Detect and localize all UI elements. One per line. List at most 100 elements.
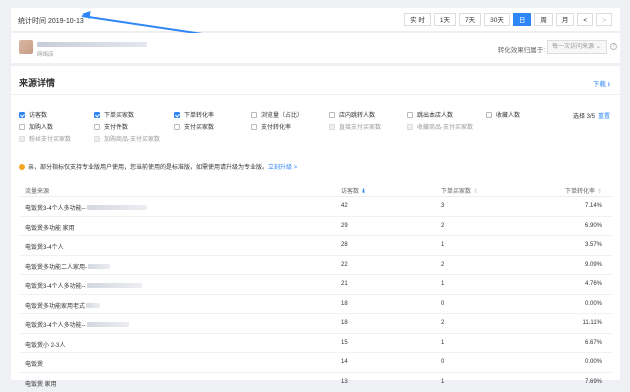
period-button[interactable]: < [577, 13, 593, 26]
checkbox-checked-icon [174, 112, 180, 118]
table-row[interactable]: 电饭煲多功能家用老式 18 0 0.00% [19, 295, 612, 315]
metric-checkbox[interactable]: 下单转化率 [174, 110, 214, 119]
header-rate[interactable]: 下单转化率⇕ [565, 186, 602, 195]
table-row[interactable]: 电饭煲1400.00% [19, 353, 612, 373]
metric-label: 粉丝支付买家数 [29, 137, 71, 143]
buyers-cell-text: 0 [441, 359, 444, 365]
metric-checkbox[interactable]: 收藏人数 [486, 110, 520, 119]
reset-button[interactable]: 重置 [598, 114, 610, 120]
sort-desc-icon: ⬇ [361, 189, 366, 195]
metric-label: 收藏人数 [496, 113, 520, 119]
metric-label: 支付转化率 [261, 125, 291, 131]
checkbox-icon [174, 124, 180, 130]
checkbox-icon [251, 112, 257, 118]
period-button[interactable]: 周 [534, 13, 553, 26]
buyers-cell-text: 1 [441, 281, 444, 287]
metric-checkbox[interactable]: 加购人数 [19, 122, 53, 131]
checkbox-icon [329, 112, 335, 118]
selection-count: 选择 3/5 [573, 114, 595, 120]
rate-cell: 9.09% [585, 262, 602, 268]
table-row[interactable]: 电饭煲3-4个人多功能--2114.76% [19, 275, 612, 295]
table-body: 电饭煲3-4个人多功能--4237.14%电饭煲多功能 家用2926.90%电饭… [19, 197, 612, 392]
period-button[interactable]: 7天 [459, 13, 481, 26]
metric-checkbox[interactable]: 访客数 [19, 110, 47, 119]
metric-checkbox[interactable]: 店内跳转人数 [329, 110, 375, 119]
download-link[interactable]: 下载 ⭳ [593, 78, 610, 91]
visitors-cell-text: 42 [341, 203, 348, 209]
sort-icon: ⇕ [597, 189, 602, 195]
table-row[interactable]: 电饭煲3-4个人多功能--4237.14% [19, 197, 612, 217]
rate-cell-text: 11.11% [583, 320, 602, 326]
notice-text: 亲，部分指标仅支持专业版用户使用，您当前使用的是标准版，如需使用请升级为专业版。 [28, 165, 268, 171]
visitors-cell-text: 18 [341, 301, 348, 307]
table-row[interactable]: 电饭煲多功能 家用 29 2 6.90% [19, 217, 612, 237]
period-button[interactable]: 月 [556, 13, 575, 26]
table-row[interactable]: 电饭煲3-4个人多功能--18211.11% [19, 314, 612, 334]
metric-checkbox[interactable]: 下单买家数 [94, 110, 134, 119]
header-source: 流量来源 [25, 186, 49, 195]
period-button[interactable]: 1天 [434, 13, 456, 26]
checkbox-icon [407, 112, 413, 118]
source-table: 流量来源 访客数⬇ 下单买家数⇕ 下单转化率⇕ 电饭煲3-4个人多功能-- 42 3… [19, 181, 612, 392]
rate-cell: 6.67% [585, 340, 602, 346]
redacted-text [88, 264, 110, 269]
attribution-select[interactable]: 每一次访问来源 ⌄ [547, 40, 607, 54]
buyers-cell-text: 2 [441, 223, 444, 229]
buyers-cell-text: 0 [441, 301, 444, 307]
metric-checkbox[interactable]: 支付件数 [94, 122, 128, 131]
attribution-select-value: 每一次访问来源 [552, 44, 594, 50]
table-row[interactable]: 电饭煲多功能二人家用-2229.09% [19, 256, 612, 276]
source-cell: 电饭煲小 2-3人 [25, 340, 65, 349]
period-button[interactable]: 30天 [484, 13, 510, 26]
buyers-cell: 1 [441, 379, 444, 385]
redacted-text [87, 205, 147, 210]
source-cell: 电饭煲多功能 家用 [25, 223, 75, 232]
rate-cell: 4.76% [585, 281, 602, 287]
checkbox-icon [94, 124, 100, 130]
upgrade-link[interactable]: 立刻升级 > [268, 165, 297, 171]
rate-cell: 0.00% [585, 301, 602, 307]
period-button[interactable]: 实 时 [404, 13, 431, 26]
table-row[interactable]: 电饭煲3-4个人2813.57% [19, 236, 612, 256]
rate-cell: 6.90% [585, 223, 602, 229]
table-row[interactable]: 电饭煲小 2-3人1516.67% [19, 334, 612, 354]
visitors-cell: 13 [341, 379, 348, 385]
visitors-cell-text: 29 [341, 223, 348, 229]
rate-cell: 7.69% [585, 379, 602, 385]
source-cell-text: 电饭煲多功能家用老式 [25, 304, 85, 310]
metric-checkbox: 粉丝支付买家数 [19, 134, 71, 143]
metric-checkbox[interactable]: 跳出本店人数 [407, 110, 453, 119]
metric-checkbox: 收藏商品-支付买家数 [407, 122, 473, 131]
metric-checkbox[interactable]: 浏览量（占比） [251, 110, 303, 119]
rate-cell-text: 7.14% [585, 203, 602, 209]
shop-bar: 网络店 转化效果归属于: 每一次访问来源 ⌄ ? [11, 33, 620, 63]
buyers-cell: 1 [441, 242, 444, 248]
rate-cell: 7.14% [585, 203, 602, 209]
source-cell-text: 电饭煲小 2-3人 [25, 343, 65, 349]
source-cell-text: 电饭煲3-4个人多功能-- [25, 284, 86, 290]
help-icon[interactable]: ? [610, 43, 617, 50]
source-cell-text: 电饭煲多功能二人家用- [25, 265, 87, 271]
buyers-cell-text: 3 [441, 203, 444, 209]
header-visitors[interactable]: 访客数⬇ [341, 186, 366, 195]
metric-checkbox[interactable]: 支付买家数 [174, 122, 214, 131]
buyers-cell-text: 1 [441, 242, 444, 248]
visitors-cell: 15 [341, 340, 348, 346]
period-button[interactable]: > [596, 13, 612, 26]
buyers-cell: 0 [441, 359, 444, 365]
checkbox-icon [19, 124, 25, 130]
metric-label: 支付买家数 [184, 125, 214, 131]
attribution-label: 转化效果归属于: [498, 44, 545, 54]
visitors-cell: 18 [341, 301, 348, 307]
rate-cell-text: 4.76% [585, 281, 602, 287]
table-row[interactable]: 电饭煲 家用1317.69% [19, 373, 612, 392]
visitors-cell-text: 22 [341, 262, 348, 268]
header-buyers[interactable]: 下单买家数⇕ [441, 186, 478, 195]
visitors-cell-text: 13 [341, 379, 348, 385]
period-selector: 实 时1天7天30天日周月<> [404, 13, 612, 26]
buyers-cell: 1 [441, 281, 444, 287]
metric-checkbox[interactable]: 支付转化率 [251, 122, 291, 131]
period-button[interactable]: 日 [513, 13, 532, 26]
chevron-down-icon: ⌄ [596, 44, 601, 50]
source-cell-text: 电饭煲 [25, 362, 43, 368]
